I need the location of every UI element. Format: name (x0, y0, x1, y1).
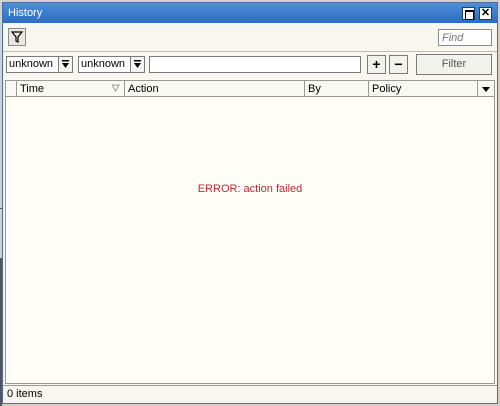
column-label: Time (20, 83, 45, 95)
remove-filter-button[interactable]: − (389, 55, 408, 74)
sort-indicator-icon (112, 84, 120, 92)
funnel-icon (10, 31, 24, 43)
column-label: Action (128, 83, 159, 95)
filter-combo-1[interactable]: unknown (6, 56, 73, 73)
chevron-down-icon (482, 87, 490, 92)
combo-dropdown-button[interactable] (58, 57, 72, 72)
column-header-policy[interactable]: Policy (368, 81, 478, 97)
close-button[interactable]: ✕ (479, 7, 492, 20)
dropdown-arrow-icon (134, 60, 141, 68)
column-menu-button[interactable] (477, 81, 494, 97)
column-header-by[interactable]: By (304, 81, 368, 97)
column-label: By (308, 83, 321, 95)
filter-combo-2-value: unknown (81, 58, 126, 70)
filter-bar: unknown unknown + − Filter (3, 53, 497, 79)
find-input[interactable] (438, 29, 492, 46)
top-toolbar (3, 25, 497, 49)
filter-button[interactable]: Filter (416, 54, 492, 75)
error-message: ERROR: action failed (197, 183, 303, 195)
filter-toggle-button[interactable] (8, 28, 26, 46)
column-label: Policy (372, 83, 402, 95)
table-header: Time Action By Policy (6, 81, 494, 97)
filter-combo-1-value: unknown (9, 58, 54, 70)
add-filter-button[interactable]: + (367, 55, 386, 74)
column-header-action[interactable]: Action (124, 81, 304, 97)
window-title: History (8, 7, 43, 19)
toolbar-separator (3, 51, 497, 52)
history-window: History ✕ unknown unknown (2, 2, 498, 404)
filter-text-input[interactable] (149, 56, 361, 73)
column-header-time[interactable]: Time (16, 81, 124, 97)
status-bar: 0 items (3, 385, 497, 403)
history-table: Time Action By Policy ERROR: action fail… (5, 80, 495, 384)
filter-combo-2[interactable]: unknown (78, 56, 145, 73)
window-titlebar[interactable]: History ✕ (3, 3, 497, 23)
items-count: 0 items (7, 388, 43, 400)
restore-button[interactable] (462, 7, 475, 20)
dropdown-arrow-icon (62, 60, 69, 68)
combo-dropdown-button[interactable] (130, 57, 144, 72)
